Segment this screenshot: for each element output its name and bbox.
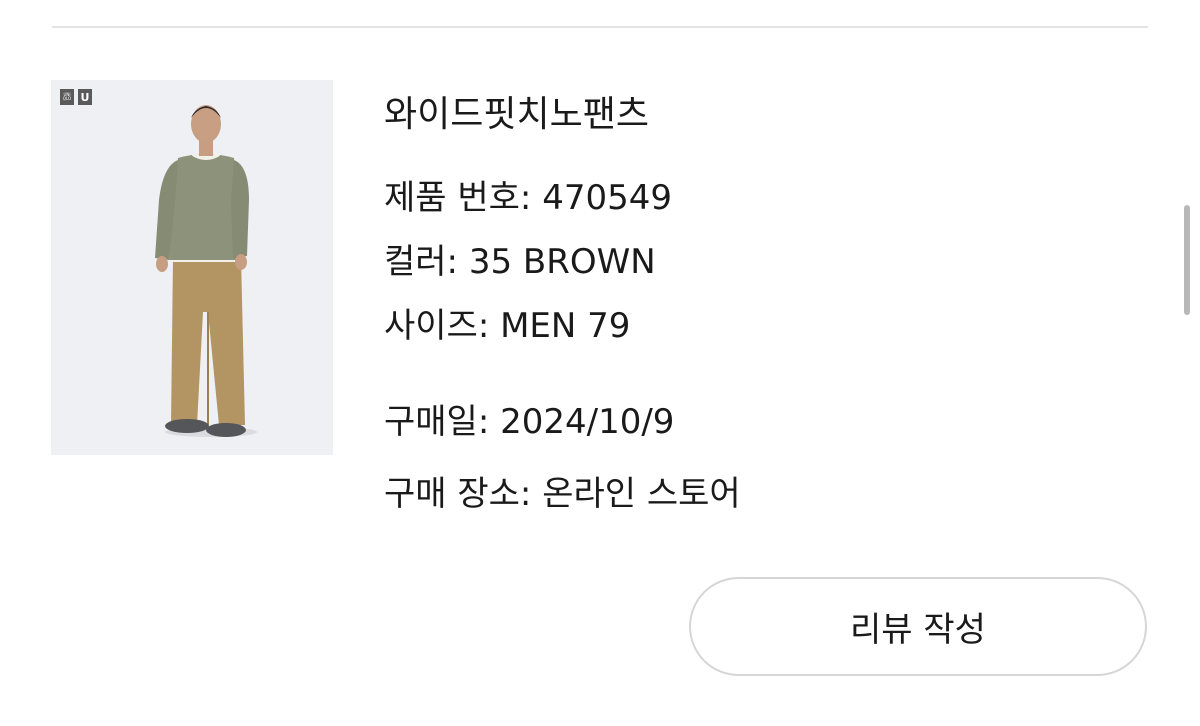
product-color: 컬러: 35 BROWN [384,242,656,282]
product-size: 사이즈: MEN 79 [384,306,631,346]
product-name: 와이드핏치노팬츠 [384,94,649,135]
product-number: 제품 번호: 470549 [384,178,672,218]
purchase-place: 구매 장소: 온라인 스토어 [384,474,741,514]
product-image[interactable]: UNI QLO U [51,80,333,455]
uniqlo-u-logo-icon: U [78,89,92,105]
uniqlo-logo-icon: UNI QLO [60,89,74,105]
top-divider [52,26,1148,28]
purchase-date: 구매일: 2024/10/9 [384,402,675,442]
scrollbar-thumb[interactable] [1184,205,1190,315]
write-review-button[interactable]: 리뷰 작성 [689,577,1147,676]
model-illustration [155,105,257,437]
